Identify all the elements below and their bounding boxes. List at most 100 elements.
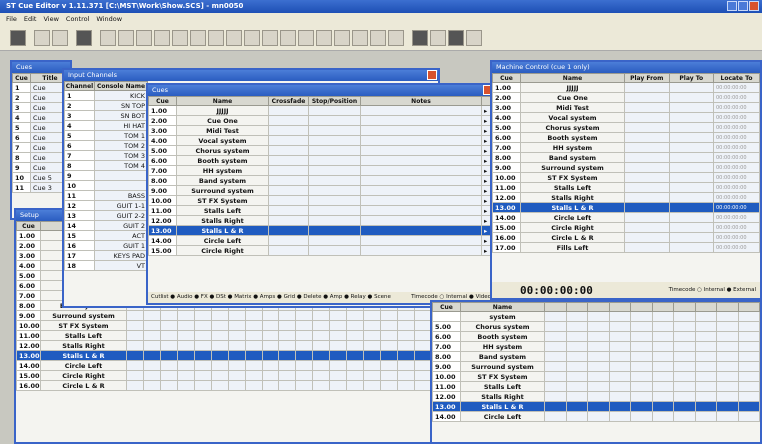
grid-column-header[interactable] [630,302,653,312]
grid-cell[interactable] [630,311,653,322]
grid-cell[interactable] [142,370,161,381]
cue-number[interactable]: 9.00 [148,185,177,196]
table-row[interactable]: 8.00 Band system 00:00:00:00 [492,152,760,163]
console-name[interactable]: TOM 3 [94,150,148,161]
grid-cell[interactable] [716,401,739,412]
locate-to-cell[interactable]: 00:00:00:00 [713,122,760,133]
cue-number[interactable]: 16.00 [492,232,521,243]
grid-cell[interactable] [278,330,297,341]
table-row[interactable]: 10.00 ST FX System [432,371,760,382]
locate-to-cell[interactable]: 00:00:00:00 [713,152,760,163]
channel-number[interactable]: 4 [64,120,95,131]
grid-cell[interactable] [565,411,588,422]
cue-name[interactable]: Circle Right [520,222,625,233]
table-row[interactable]: 13.00 Stalls L & R [16,350,433,361]
crossfade-cell[interactable] [268,175,309,186]
grid-cell[interactable] [346,310,365,321]
grid-cell[interactable] [716,391,739,402]
grid-cell[interactable] [126,330,144,341]
grid-cell[interactable] [397,310,415,321]
stop-position-cell[interactable] [308,145,361,156]
mixer-icon[interactable] [412,29,428,46]
grid-cell[interactable] [126,320,144,331]
grid-cell[interactable] [312,370,331,381]
table-row[interactable]: 17 KEYS PAD [64,250,148,261]
crossfade-cell[interactable] [268,185,309,196]
play-from-cell[interactable] [624,92,670,103]
grid-cell[interactable] [227,330,246,341]
grid-cell[interactable] [413,320,433,331]
grid-cell[interactable] [312,340,331,351]
cue-number[interactable]: 2.00 [492,92,521,103]
menu-view[interactable]: View [43,15,58,23]
cue-number[interactable]: 3.00 [16,250,41,261]
grid-cell[interactable] [413,370,433,381]
channel-number[interactable]: 16 [64,240,95,251]
grid-cell[interactable] [544,411,567,422]
notes-cell[interactable] [360,115,482,126]
cue-name[interactable]: Surround system [520,162,625,173]
table-row[interactable]: 15.00 Circle Right ▸ [148,245,494,256]
grid-cell[interactable] [694,411,717,422]
grid-cell[interactable] [193,380,212,391]
notes-cell[interactable] [360,235,482,246]
grid-cell[interactable] [244,330,263,341]
cue-number[interactable]: 11.00 [16,330,41,341]
table-row[interactable]: 6 TOM 2 [64,140,148,151]
grid-cell[interactable] [565,381,588,392]
grid-cell[interactable] [176,340,195,351]
grid-cell[interactable] [278,360,297,371]
grid-cell[interactable] [651,381,674,392]
cue-number[interactable]: 9.00 [16,310,41,321]
stop-position-cell[interactable] [308,105,361,116]
table-row[interactable]: 15 ACT [64,230,148,241]
grid-cell[interactable] [210,310,229,321]
cue-number[interactable]: 4.00 [148,135,177,146]
cue-name[interactable]: HH system [460,341,545,352]
cue-number[interactable]: 5 [12,122,31,133]
grid-cell[interactable] [346,380,365,391]
table-row[interactable]: 17.00 Fills Left 00:00:00:00 [492,242,760,253]
stop-position-cell[interactable] [308,235,361,246]
locate-to-cell[interactable]: 00:00:00:00 [713,222,760,233]
locate-to-cell[interactable]: 00:00:00:00 [713,232,760,243]
cue-number[interactable]: 7.00 [492,142,521,153]
table-row[interactable]: 12 GUIT 1-1 [64,200,148,211]
table-row[interactable]: 2 Cue [12,92,70,103]
cue-number[interactable]: 6.00 [16,280,41,291]
grid-column-header[interactable] [673,302,696,312]
cue-number[interactable]: 7.00 [16,290,41,301]
cue-number[interactable]: 5.00 [492,122,521,133]
table-row[interactable]: 13.00 Stalls L & R ▸ [148,225,494,236]
cue-number[interactable]: 6.00 [148,155,177,166]
cue-number[interactable]: 4.00 [492,112,521,123]
cue-name[interactable]: JJJJJ [520,82,625,93]
cue-name[interactable]: Booth system [176,155,269,166]
grid-cell[interactable] [380,370,398,381]
play-from-cell[interactable] [624,82,670,93]
locate-to-cell[interactable]: 00:00:00:00 [713,172,760,183]
grid-cell[interactable] [737,361,760,372]
grid-cell[interactable] [587,311,610,322]
grid-cell[interactable] [278,350,297,361]
cue-number[interactable]: 11.00 [148,205,177,216]
table-row[interactable]: 13.00 Stalls L & R 00:00:00:00 [492,202,760,213]
cue-number[interactable]: 17.00 [492,242,521,253]
grid-cell[interactable] [608,331,631,342]
grid-cell[interactable] [346,360,365,371]
stop-position-cell[interactable] [308,135,361,146]
cue-number[interactable]: 12.00 [432,391,461,402]
grid-cell[interactable] [651,321,674,332]
grid-cell[interactable] [210,380,229,391]
channel-number[interactable]: 18 [64,260,95,271]
channel-number[interactable]: 8 [64,160,95,171]
grid-cell[interactable] [651,361,674,372]
grid-cell[interactable] [694,361,717,372]
grid-cell[interactable] [694,331,717,342]
grid-cell[interactable] [673,361,696,372]
cue-number[interactable]: 6 [12,132,31,143]
notes-cell[interactable] [360,145,482,156]
cut-icon[interactable] [100,29,116,46]
grid-cell[interactable] [630,341,653,352]
console-name[interactable]: SN BOT [94,110,148,121]
